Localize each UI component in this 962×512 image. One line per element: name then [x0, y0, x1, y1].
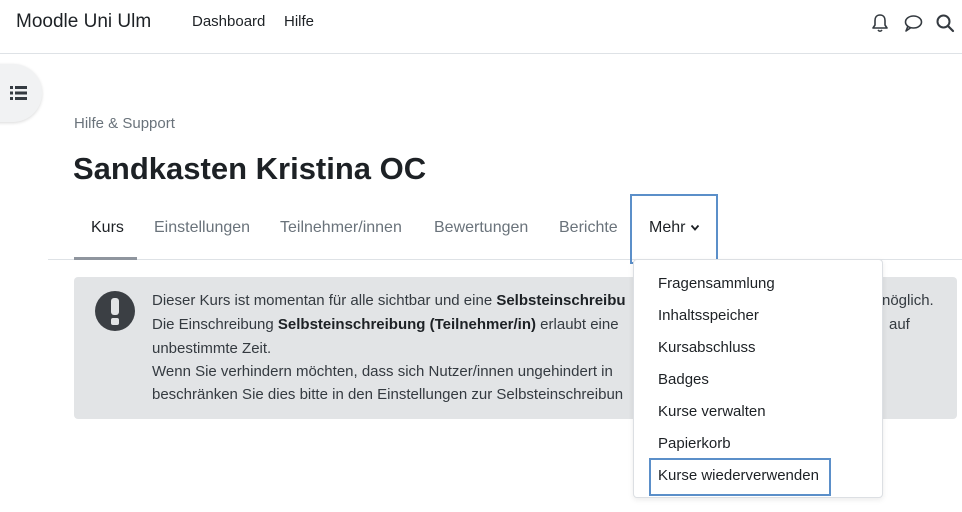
tab-mehr[interactable]: Mehr	[649, 219, 685, 237]
page-title: Sandkasten Kristina OC	[73, 151, 427, 186]
nav-link-hilfe[interactable]: Hilfe	[284, 13, 314, 30]
alert-line-1-end: nöglich.	[882, 292, 934, 309]
menu-item-inhaltsspeicher[interactable]: Inhaltsspeicher	[658, 307, 759, 324]
menu-item-kursabschluss[interactable]: Kursabschluss	[658, 339, 756, 356]
alert-line-3: unbestimmte Zeit.	[152, 340, 272, 357]
chat-icon[interactable]	[902, 12, 924, 34]
chevron-down-icon	[690, 224, 700, 231]
tab-kurs[interactable]: Kurs	[91, 219, 124, 237]
breadcrumb[interactable]: Hilfe & Support	[74, 115, 175, 132]
list-icon	[10, 86, 27, 100]
nav-link-dashboard[interactable]: Dashboard	[192, 13, 265, 30]
tab-teilnehmer[interactable]: Teilnehmer/innen	[280, 219, 402, 237]
alert-line-2: Die Einschreibung Selbsteinschreibung (T…	[152, 316, 619, 333]
alert-line-5: beschränken Sie dies bitte in den Einste…	[152, 386, 624, 403]
tab-einstellungen[interactable]: Einstellungen	[154, 219, 250, 237]
menu-item-fragensammlung[interactable]: Fragensammlung	[658, 275, 775, 292]
active-tab-indicator	[74, 257, 137, 260]
menu-item-papierkorb[interactable]: Papierkorb	[658, 435, 731, 452]
tab-berichte[interactable]: Berichte	[559, 219, 618, 237]
course-index-toggle[interactable]	[0, 64, 42, 122]
top-navbar: Moodle Uni Ulm Dashboard Hilfe	[0, 0, 962, 54]
search-icon[interactable]	[934, 12, 956, 34]
menu-item-badges[interactable]: Badges	[658, 371, 709, 388]
tab-bewertungen[interactable]: Bewertungen	[434, 219, 528, 237]
alert-line-4: Wenn Sie verhindern möchten, dass sich N…	[152, 363, 613, 380]
site-brand[interactable]: Moodle Uni Ulm	[16, 11, 151, 33]
alert-line-2-end: auf	[889, 316, 910, 333]
alert-line-1: Dieser Kurs ist momentan für alle sichtb…	[152, 292, 626, 309]
bell-icon[interactable]	[869, 12, 891, 34]
menu-item-kurse-wiederverwenden[interactable]: Kurse wiederverwenden	[658, 467, 819, 484]
menu-item-kurse-verwalten[interactable]: Kurse verwalten	[658, 403, 766, 420]
exclamation-icon	[95, 291, 135, 331]
